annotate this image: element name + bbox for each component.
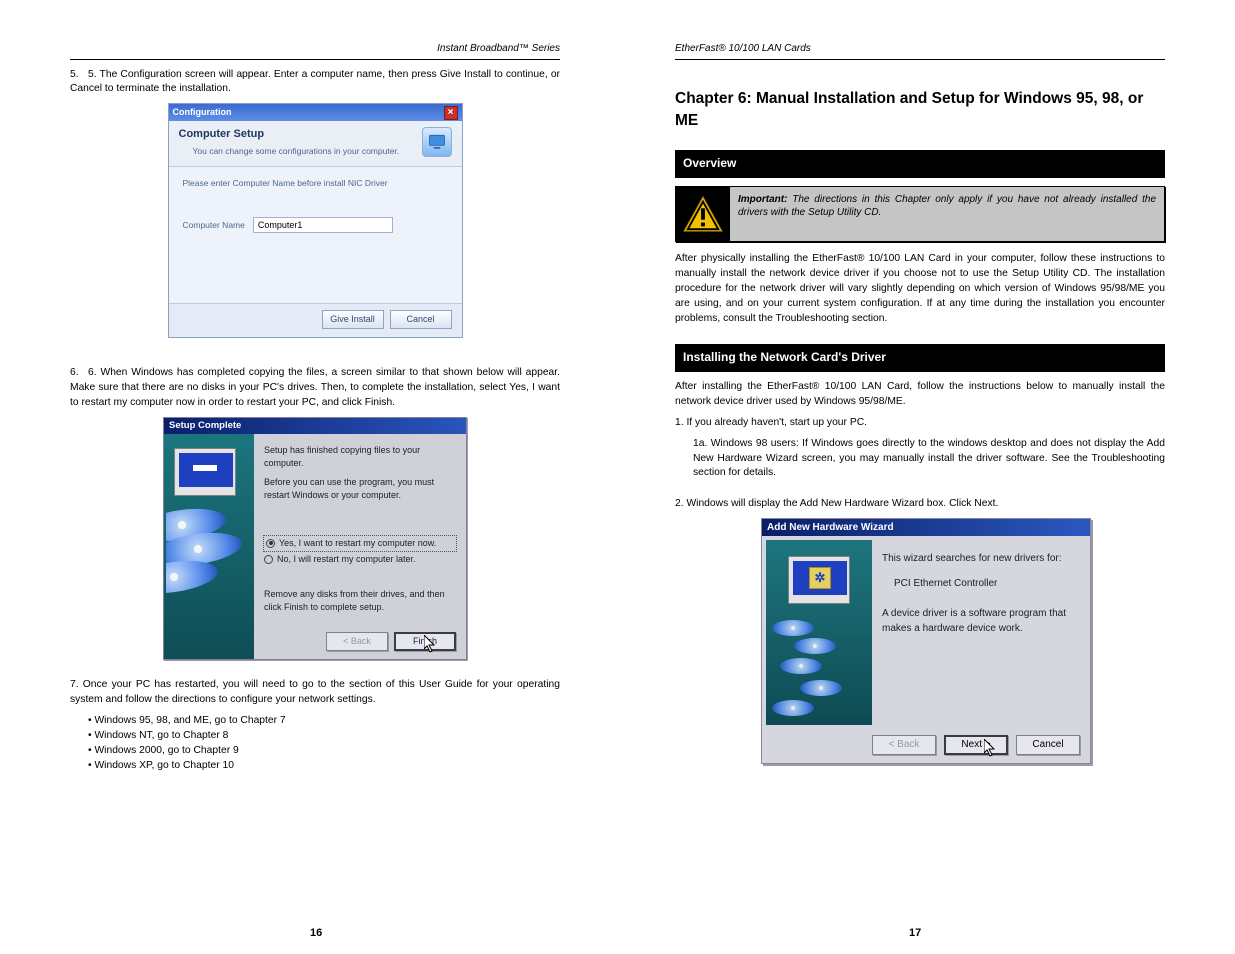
cancel-button[interactable]: Cancel bbox=[390, 310, 452, 329]
computer-name-label: Computer Name bbox=[183, 219, 245, 231]
fig3-p2: PCI Ethernet Controller bbox=[894, 577, 1076, 592]
step-r1a: 1a. Windows 98 users: If Windows goes di… bbox=[693, 437, 1165, 482]
restart-later-radio[interactable]: No, I will restart my computer later. bbox=[264, 553, 456, 566]
fig1-title: Configuration bbox=[173, 106, 232, 119]
page-number-left: 16 bbox=[310, 926, 322, 942]
fig1-heading: Computer Setup bbox=[179, 127, 400, 143]
fig3-p3: A device driver is a software program th… bbox=[882, 607, 1076, 636]
os-list: • Windows 95, 98, and ME, go to Chapter … bbox=[88, 714, 560, 774]
chapter-title: Chapter 6: Manual Installation and Setup… bbox=[675, 88, 1165, 133]
overview-paragraph: After physically installing the EtherFas… bbox=[675, 252, 1165, 327]
wizard-back-button: < Back bbox=[872, 735, 936, 755]
fig-configuration-dialog: Configuration × Computer Setup You can c… bbox=[168, 103, 463, 338]
fig1-subheading: You can change some configurations in yo… bbox=[193, 145, 400, 157]
close-icon[interactable]: × bbox=[444, 106, 458, 120]
page-number-right: 17 bbox=[909, 926, 921, 942]
give-install-button[interactable]: Give Install bbox=[322, 310, 384, 329]
fig3-side-graphic: ✲ bbox=[766, 540, 872, 725]
warning-icon bbox=[676, 187, 730, 241]
gear-icon: ✲ bbox=[809, 567, 831, 589]
header-product-left: Instant Broadband™ Series bbox=[437, 42, 560, 57]
step-r1: 1. If you already haven't, start up your… bbox=[675, 416, 1165, 431]
header-product-right: EtherFast® 10/100 LAN Cards bbox=[675, 42, 811, 57]
computer-icon bbox=[422, 127, 452, 157]
step-5: 5.5. The Configuration screen will appea… bbox=[70, 68, 560, 98]
fig-setup-complete-dialog: Setup Complete Setup has finished copyin… bbox=[163, 417, 467, 660]
computer-name-input[interactable] bbox=[253, 217, 393, 233]
fig2-p1: Setup has finished copying files to your… bbox=[264, 444, 456, 470]
fig2-p2: Before you can use the program, you must… bbox=[264, 476, 456, 502]
restart-now-radio[interactable]: Yes, I want to restart my computer now. bbox=[264, 536, 456, 551]
install-intro: After installing the EtherFast® 10/100 L… bbox=[675, 380, 1165, 410]
step-6: 6.6. When Windows has completed copying … bbox=[70, 366, 560, 411]
page-left: Instant Broadband™ Series 5.5. The Confi… bbox=[70, 42, 560, 780]
finish-button[interactable]: Finish bbox=[394, 632, 456, 651]
wizard-next-button[interactable]: Next > bbox=[944, 735, 1008, 755]
fig1-prompt: Please enter Computer Name before instal… bbox=[183, 177, 448, 189]
fig3-title: Add New Hardware Wizard bbox=[762, 519, 1090, 536]
wizard-cancel-button[interactable]: Cancel bbox=[1016, 735, 1080, 755]
section-overview: Overview bbox=[675, 150, 1165, 177]
fig2-title: Setup Complete bbox=[164, 418, 466, 434]
page-right: EtherFast® 10/100 LAN Cards Chapter 6: M… bbox=[675, 42, 1165, 768]
fig2-p3: Remove any disks from their drives, and … bbox=[264, 588, 456, 614]
step-7: 7. Once your PC has restarted, you will … bbox=[70, 678, 560, 708]
step-r2: 2. Windows will display the Add New Hard… bbox=[675, 497, 1165, 512]
section-install-driver: Installing the Network Card's Driver bbox=[675, 344, 1165, 371]
important-callout: Important: The directions in this Chapte… bbox=[675, 186, 1165, 242]
fig2-side-graphic bbox=[164, 434, 254, 659]
fig3-p1: This wizard searches for new drivers for… bbox=[882, 552, 1076, 567]
fig-add-new-hardware-wizard: Add New Hardware Wizard ✲ This wizard se… bbox=[761, 518, 1091, 764]
back-button: < Back bbox=[326, 632, 388, 651]
